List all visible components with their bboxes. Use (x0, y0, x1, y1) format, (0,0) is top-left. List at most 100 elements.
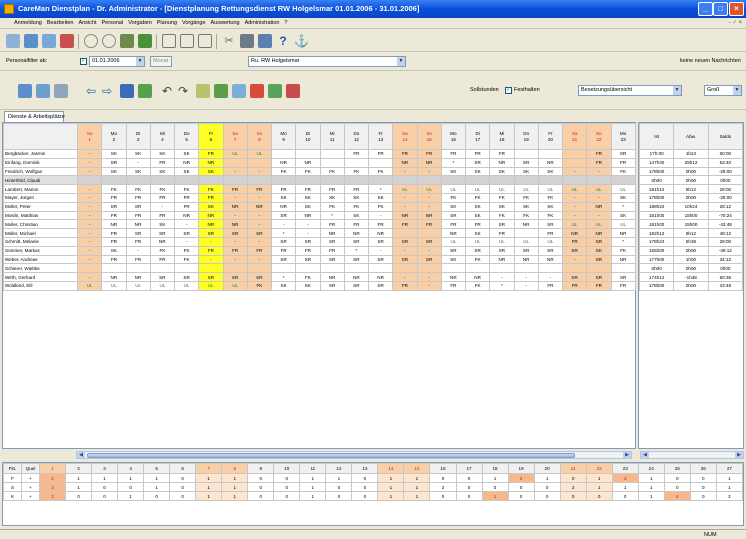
shift-cell[interactable]: - (392, 166, 418, 177)
shift-cell[interactable]: NR (392, 210, 418, 221)
day-header[interactable]: Do 19 (513, 123, 539, 150)
shift-cell[interactable]: FK (367, 201, 394, 212)
undo-icon[interactable]: ↶ (160, 84, 174, 98)
open-icon[interactable] (24, 34, 38, 48)
shift-cell[interactable] (537, 149, 564, 159)
shift-cell[interactable]: SR (586, 272, 612, 282)
shift-cell[interactable]: SK (173, 149, 200, 159)
menu-item[interactable]: Administration (245, 20, 280, 26)
table-icon[interactable] (162, 34, 176, 48)
shift-cell[interactable] (513, 228, 539, 238)
shift-cell[interactable]: - (246, 192, 273, 203)
shift-cell[interactable]: NR (440, 228, 467, 238)
shift-cell[interactable]: FR (537, 280, 564, 291)
shift-cell[interactable] (586, 175, 612, 186)
shift-cell[interactable]: - (537, 272, 564, 282)
shift-cell[interactable]: SR (537, 219, 564, 230)
shift-cell[interactable]: SR (101, 157, 127, 168)
shift-cell[interactable]: SK (489, 166, 515, 177)
timer-icon[interactable] (102, 34, 116, 48)
shift-cell[interactable]: SR (319, 254, 345, 265)
shift-cell[interactable]: - (513, 280, 539, 291)
shift-cell[interactable]: UL (416, 184, 442, 194)
shift-cell[interactable]: NR (101, 272, 127, 282)
delete-icon[interactable] (286, 84, 300, 98)
shift-cell[interactable]: NR (270, 157, 297, 168)
shift-cell[interactable]: UL (222, 280, 248, 291)
employee-name[interactable]: Wirth, Gerhard (3, 272, 78, 282)
shift-cell[interactable] (149, 263, 176, 274)
shift-cell[interactable] (246, 263, 273, 274)
shift-cell[interactable]: FR (319, 219, 345, 230)
shift-cell[interactable]: FR (125, 192, 151, 203)
shift-cell[interactable]: SR (246, 272, 273, 282)
sort-icon[interactable] (214, 84, 228, 98)
shift-cell[interactable]: - (246, 219, 273, 230)
shift-cell[interactable]: UL (464, 184, 491, 194)
shift-cell[interactable]: - (270, 219, 297, 230)
shift-cell[interactable]: SK (464, 210, 491, 221)
shift-cell[interactable]: FR (489, 228, 515, 238)
shift-cell[interactable]: FK (295, 166, 321, 177)
shift-cell[interactable]: FR (198, 149, 224, 159)
day-header[interactable]: Di 17 (464, 123, 491, 150)
day-header[interactable]: Mo 16 (440, 123, 467, 150)
shift-cell[interactable]: UL (489, 236, 515, 247)
shift-cell[interactable]: - (561, 201, 588, 212)
shift-cell[interactable]: FR (270, 184, 297, 194)
shift-cell[interactable] (319, 157, 345, 168)
shift-cell[interactable]: * (319, 210, 345, 221)
shift-cell[interactable]: FK (125, 184, 151, 194)
shift-cell[interactable]: FR (586, 280, 612, 291)
shift-cell[interactable]: SR (367, 280, 394, 291)
shift-cell[interactable]: SR (343, 236, 370, 247)
shift-cell[interactable]: - (149, 201, 176, 212)
exit-icon[interactable] (6, 34, 20, 48)
shift-cell[interactable]: - (246, 210, 273, 221)
menu-item[interactable]: Bearbeiten (47, 20, 74, 26)
shift-cell[interactable]: FK (513, 210, 539, 221)
day-header[interactable]: Mo 2 (101, 123, 127, 150)
horizontal-scrollbar[interactable]: ◀ ▶ (76, 451, 632, 459)
shift-cell[interactable]: UL (513, 184, 539, 194)
shift-cell[interactable]: SR (295, 236, 321, 247)
shift-cell[interactable]: * (489, 280, 515, 291)
info-icon[interactable]: ⚓ (294, 34, 309, 48)
shift-cell[interactable]: - (222, 192, 248, 203)
shift-cell[interactable]: - (392, 245, 418, 256)
shift-cell[interactable]: UL (222, 149, 248, 159)
shift-cell[interactable]: UL (198, 280, 224, 291)
help-icon[interactable]: ? (276, 34, 290, 48)
employee-name[interactable]: Mayer, Jürgen (3, 192, 78, 203)
shift-cell[interactable]: NR (513, 219, 539, 230)
shift-cell[interactable]: SR (270, 254, 297, 265)
redo-icon[interactable]: ↷ (176, 84, 190, 98)
shift-cell[interactable]: SR (513, 157, 539, 168)
shift-cell[interactable] (295, 175, 321, 186)
shift-cell[interactable]: - (173, 236, 200, 247)
day-header[interactable]: Mo 9 (270, 123, 297, 150)
shift-cell[interactable]: - (416, 192, 442, 203)
shift-cell[interactable]: NR (246, 201, 273, 212)
shift-cell[interactable]: - (198, 236, 224, 247)
shift-cell[interactable]: SK (464, 201, 491, 212)
shift-cell[interactable]: FR (149, 192, 176, 203)
org-unit-select[interactable]: Ru. RW Holgelsmar ▼ (248, 56, 406, 67)
shift-cell[interactable]: SR (149, 228, 176, 238)
shift-cell[interactable]: NR (440, 272, 467, 282)
grid-icon[interactable] (268, 84, 282, 98)
employee-name[interactable]: Bergbäcker, Jasmin (3, 149, 78, 159)
shift-cell[interactable]: FK (101, 184, 127, 194)
shift-cell[interactable]: NR (319, 228, 345, 238)
shift-cell[interactable]: SK (101, 245, 127, 256)
personalfilter-checkbox[interactable]: ✓ (80, 58, 87, 65)
shift-cell[interactable]: NR (343, 228, 370, 238)
pen-icon[interactable] (54, 84, 68, 98)
shift-cell[interactable]: FK (464, 254, 491, 265)
employee-name[interactable]: Hinterfeld, Claudi (3, 175, 78, 186)
day-header[interactable]: So 15 (416, 123, 442, 150)
shift-cell[interactable]: SR (319, 280, 345, 291)
shift-cell[interactable]: SK (513, 166, 539, 177)
shift-cell[interactable]: SR (416, 254, 442, 265)
arrow-left-icon[interactable]: ⇦ (84, 84, 98, 98)
